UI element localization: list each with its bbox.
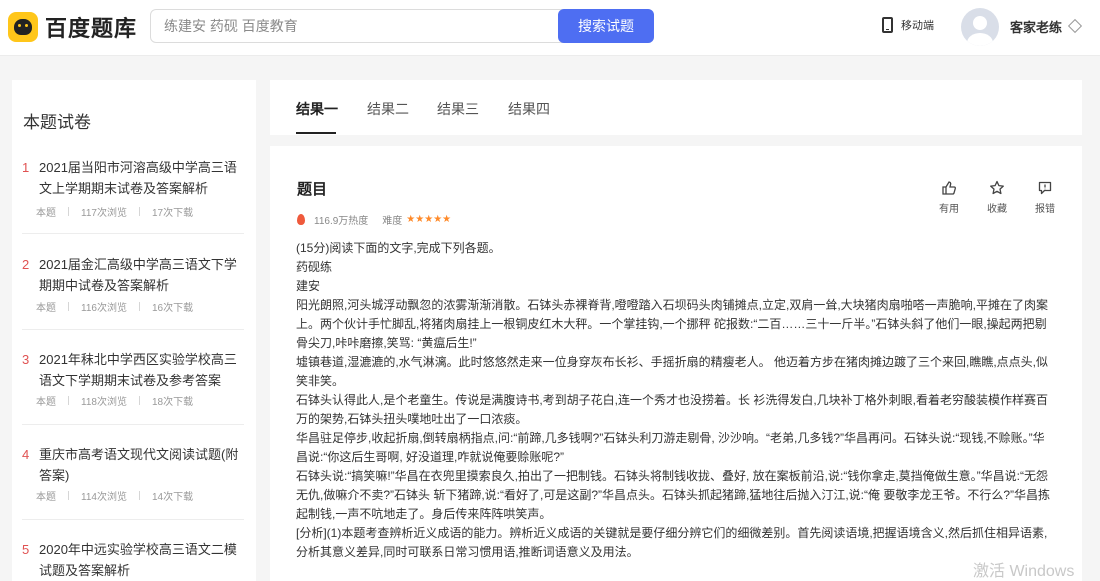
report-error-button[interactable]: 报错 <box>1029 180 1061 215</box>
question-body: (15分)阅读下面的文字,完成下列各题。 药砚练 建安 阳光朗照,河头城浮动飘忽… <box>296 239 1056 562</box>
question-paragraph: 华昌驻足停步,收起折扇,倒转扇柄指点,问:“前蹄,几多钱啊?”石钵头利刀游走剔骨… <box>296 431 1045 464</box>
paper-number: 1 <box>22 160 30 175</box>
paper-meta: 本题 118次浏览 18次下载 <box>36 393 193 408</box>
difficulty-label: 难度 <box>382 216 403 227</box>
question-card: 题目 116.9万热度 难度 ★★★★★ 有用 收藏 报错 (15分)阅读下面的… <box>270 146 1082 581</box>
paper-title[interactable]: 2021届当阳市河溶高级中学高三语文上学期期末试卷及答案解析 <box>39 157 249 199</box>
paper-title[interactable]: 2020年中远实验学校高三语文二模试题及答案解析 <box>39 539 249 581</box>
paper-label: 本题 <box>36 397 56 408</box>
star-icon <box>981 180 1013 196</box>
question-meta: 116.9万热度 难度 ★★★★★ <box>297 212 451 227</box>
heat-count: 116.9万热度 <box>314 216 369 227</box>
result-tabs: 结果一 结果二 结果三 结果四 <box>270 80 1082 135</box>
paper-label: 本题 <box>36 492 56 503</box>
logo-icon <box>8 12 38 42</box>
mobile-label: 移动端 <box>901 20 934 32</box>
question-paragraph: 阳光朗照,河头城浮动飘忽的浓雾渐渐消散。石钵头赤裸脊背,噔噔踏入石坝码头肉铺摊点… <box>296 298 1049 350</box>
tab-result-2[interactable]: 结果二 <box>367 99 409 119</box>
question-paragraph: 墟镇巷道,湿漉漉的,水气淋漓。此时悠悠然走来一位身穿灰布长衫、手摇折扇的精瘦老人… <box>296 355 1049 388</box>
paper-views: 114次浏览 <box>81 492 127 503</box>
useful-label: 有用 <box>939 204 959 215</box>
favorite-label: 收藏 <box>987 204 1007 215</box>
tab-result-1[interactable]: 结果一 <box>296 99 338 119</box>
active-tab-indicator <box>296 132 336 134</box>
paper-downloads: 17次下载 <box>151 208 194 219</box>
tab-result-4[interactable]: 结果四 <box>508 99 550 119</box>
mobile-link[interactable]: 移动端 <box>882 17 934 33</box>
related-papers-sidebar: 本题试卷 1 2021届当阳市河溶高级中学高三语文上学期期末试卷及答案解析 本题… <box>12 80 256 581</box>
paper-number: 4 <box>22 447 30 462</box>
paper-title[interactable]: 2021年秣北中学西区实验学校高三语文下学期期末试卷及参考答案 <box>39 349 249 391</box>
divider <box>22 519 244 520</box>
search-input[interactable] <box>151 10 559 42</box>
sidebar-title: 本题试卷 <box>23 113 91 132</box>
username[interactable]: 客家老练 <box>1010 17 1062 36</box>
favorite-button[interactable]: 收藏 <box>981 180 1013 215</box>
tab-result-3[interactable]: 结果三 <box>437 99 479 119</box>
top-header: 百度题库 搜索试题 移动端 客家老练 <box>0 0 1100 56</box>
paper-number: 3 <box>22 352 30 367</box>
paper-label: 本题 <box>36 208 56 219</box>
paper-meta: 本题 117次浏览 17次下载 <box>36 204 193 219</box>
logo-text: 百度题库 <box>45 16 138 41</box>
question-paragraph: (15分)阅读下面的文字,完成下列各题。 <box>296 241 501 255</box>
paper-views: 116次浏览 <box>81 303 127 314</box>
paper-number: 2 <box>22 257 30 272</box>
paper-title[interactable]: 重庆市高考语文现代文阅读试题(附答案) <box>39 444 249 486</box>
question-paragraph: 药砚练 <box>296 260 333 274</box>
paper-downloads: 14次下载 <box>151 492 194 503</box>
paper-downloads: 18次下载 <box>151 397 194 408</box>
analysis-paragraph: [分析](1)本题考查辨析近义成语的能力。辨析近义成语的关键就是要仔细分辨它们的… <box>296 526 1048 559</box>
paper-label: 本题 <box>36 303 56 314</box>
divider <box>22 233 244 234</box>
paper-views: 118次浏览 <box>81 397 127 408</box>
report-label: 报错 <box>1035 204 1055 215</box>
divider <box>22 424 244 425</box>
question-paragraph: 石钵头认得此人,是个老童生。传说是满腹诗书,考到胡子花白,连一个秀才也没捞着。长… <box>296 393 1049 426</box>
question-heading: 题目 <box>297 181 328 198</box>
paper-views: 117次浏览 <box>81 208 127 219</box>
paper-downloads: 16次下载 <box>151 303 194 314</box>
paper-title[interactable]: 2021届金汇高级中学高三语文下学期期中试卷及答案解析 <box>39 254 249 296</box>
thumbs-up-icon <box>933 180 965 196</box>
useful-button[interactable]: 有用 <box>933 180 965 215</box>
paper-meta: 本题 114次浏览 14次下载 <box>36 488 193 503</box>
question-paragraph: 建安 <box>296 279 321 293</box>
paper-number: 5 <box>22 542 30 557</box>
fire-icon <box>297 214 305 225</box>
site-logo[interactable]: 百度题库 <box>8 10 137 44</box>
divider <box>22 329 244 330</box>
search-box: 搜索试题 <box>150 9 654 43</box>
phone-icon <box>882 17 893 33</box>
report-icon <box>1029 180 1061 196</box>
paper-meta: 本题 116次浏览 16次下载 <box>36 299 193 314</box>
question-paragraph: 石钵头说:“搞笑嘛!”华昌在衣兜里摸索良久,拍出了一把制钱。石钵头将制钱收拢、叠… <box>296 469 1051 521</box>
avatar[interactable] <box>961 8 999 46</box>
difficulty-stars: ★★★★★ <box>406 214 452 225</box>
windows-activation-watermark: 激活 Windows <box>973 563 1075 580</box>
search-button[interactable]: 搜索试题 <box>558 9 654 43</box>
vip-diamond-icon[interactable] <box>1067 18 1083 34</box>
